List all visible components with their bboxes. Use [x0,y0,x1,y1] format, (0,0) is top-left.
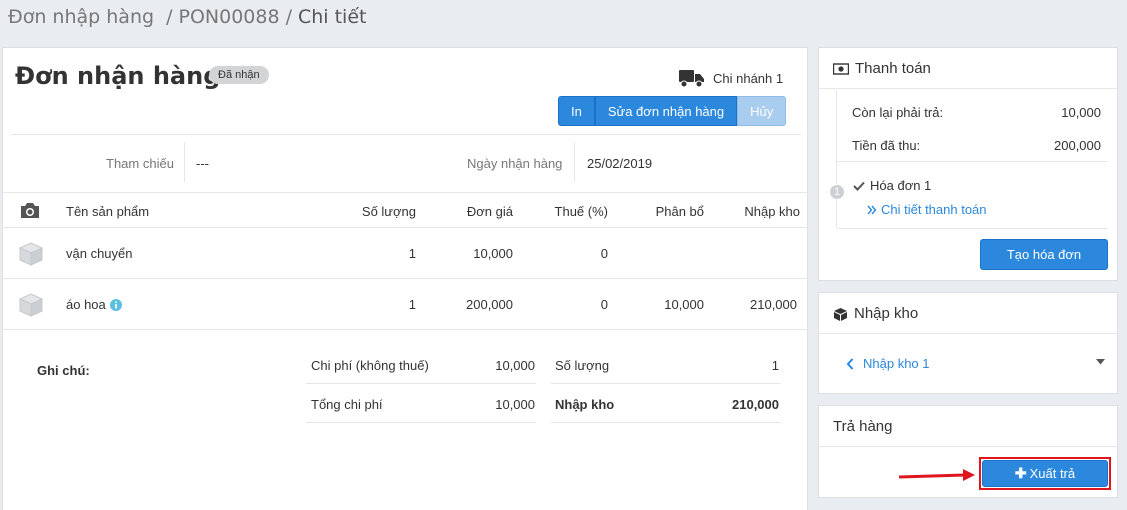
col-stock-in: Nhập kho [744,204,800,219]
payment-detail-label: Chi tiết thanh toán [881,202,987,217]
camera-icon [21,203,39,218]
payment-header: Thanh toán [819,48,1117,89]
warehouse-header: Nhập kho [819,293,1117,334]
arrow-annotation [898,469,975,481]
print-button[interactable]: In [558,96,595,126]
paid-value: 200,000 [1054,138,1101,153]
received-date-value: 25/02/2019 [587,156,653,171]
total-cost-label: Tổng chi phí [311,397,383,412]
timeline-line [836,90,837,228]
invoice-item: Hóa đơn 1 [853,178,931,193]
chevron-left-icon [846,357,854,370]
payment-panel: Thanh toán Còn lại phải trả: 10,000 Tiền… [818,47,1118,281]
paid-label: Tiền đã thu: [852,138,921,153]
reference-label: Tham chiếu [106,156,174,171]
remaining-label: Còn lại phải trả: [852,105,944,120]
col-unit-price: Đơn giá [466,204,513,219]
divider [306,383,536,384]
total-qty-value: 1 [771,358,779,373]
divider [551,383,781,384]
divider [11,134,801,135]
col-quantity: Số lượng [361,204,416,219]
branch-info: Chi nhánh 1 [679,68,783,88]
truck-icon [679,70,704,88]
total-cost-value: 10,000 [495,397,535,412]
remaining-value: 10,000 [1061,105,1101,120]
create-invoice-button[interactable]: Tạo hóa đơn [980,239,1108,270]
reference-value: --- [196,156,209,171]
box-icon [18,242,44,266]
allocation: 10,000 [664,297,704,312]
breadcrumb-separator: / [285,6,292,28]
received-date-label: Ngày nhận hàng [467,156,563,171]
caret-down-icon[interactable] [1096,359,1105,365]
payment-detail-link[interactable]: Chi tiết thanh toán [867,202,987,217]
cost-label: Chi phí (không thuế) [311,358,429,373]
table-row: vận chuyển 1 10,000 0 [3,228,809,279]
product-name[interactable]: áo hoa [66,297,106,312]
table-row: áo hoa 1 200,000 0 10,000 210,000 [3,279,809,330]
money-icon [833,63,849,75]
note-label: Ghi chú: [37,363,90,378]
tax: 0 [600,297,608,312]
returns-panel: Trả hàng ✚ Xuất trả [818,405,1118,498]
box-icon [18,293,44,317]
info-icon[interactable] [109,298,122,311]
breadcrumb-current: Chi tiết [297,6,367,28]
payment-title: Thanh toán [855,60,931,77]
status-badge: Đã nhận [209,66,269,84]
double-chevron-right-icon [867,205,877,214]
plus-icon: ✚ [1014,465,1027,481]
cost-value: 10,000 [495,358,535,373]
divider [574,142,575,182]
edit-receipt-button[interactable]: Sửa đơn nhận hàng [594,96,738,126]
divider [837,161,1107,162]
warehouse-panel: Nhập kho Nhập kho 1 [818,292,1118,394]
product-name[interactable]: vận chuyển [66,246,133,261]
branch-name: Chi nhánh 1 [713,70,784,86]
unit-price: 200,000 [466,297,513,312]
timeline-step: 1 [828,183,846,201]
total-stock-value: 210,000 [732,397,779,412]
divider [306,422,536,423]
tax: 0 [600,246,608,261]
returns-header: Trả hàng [819,406,1117,447]
quantity: 1 [408,246,416,261]
col-product-name: Tên sản phẩm [66,204,150,219]
products-table-header: Tên sản phẩm Số lượng Đơn giá Thuế (%) P… [3,192,809,228]
invoice-label: Hóa đơn 1 [870,178,932,193]
breadcrumb-orders[interactable]: Đơn nhập hàng [8,6,154,28]
col-allocation: Phân bổ [655,204,704,219]
quantity: 1 [408,297,416,312]
cancel-button[interactable]: Hủy [737,96,787,126]
highlight-box: ✚ Xuất trả [979,457,1111,490]
breadcrumb: Đơn nhập hàng / PON00088/Chi tiết [8,6,366,28]
unit-price: 10,000 [473,246,513,261]
warehouse-title: Nhập kho [854,305,919,322]
action-buttons: In Sửa đơn nhận hàng Hủy [558,96,787,126]
divider [837,228,1107,229]
return-export-label: Xuất trả [1029,466,1076,481]
divider [184,142,185,182]
breadcrumb-separator: / [166,6,173,28]
warehouse-item[interactable]: Nhập kho 1 [846,356,930,371]
total-stock-label: Nhập kho [555,397,615,412]
return-export-button[interactable]: ✚ Xuất trả [982,460,1108,487]
breadcrumb-order-code[interactable]: PON00088 [179,6,280,28]
col-tax: Thuế (%) [554,204,608,219]
total-qty-label: Số lượng [555,358,610,373]
cube-icon [834,308,847,321]
stock-in: 210,000 [750,297,797,312]
warehouse-item-label: Nhập kho 1 [863,356,930,371]
product-cell: áo hoa [66,297,122,312]
divider [551,422,781,423]
returns-title: Trả hàng [833,418,893,435]
receipt-panel: Đơn nhận hàng 1 Đã nhận Chi nhánh 1 In S… [2,47,809,510]
check-icon [853,181,865,191]
